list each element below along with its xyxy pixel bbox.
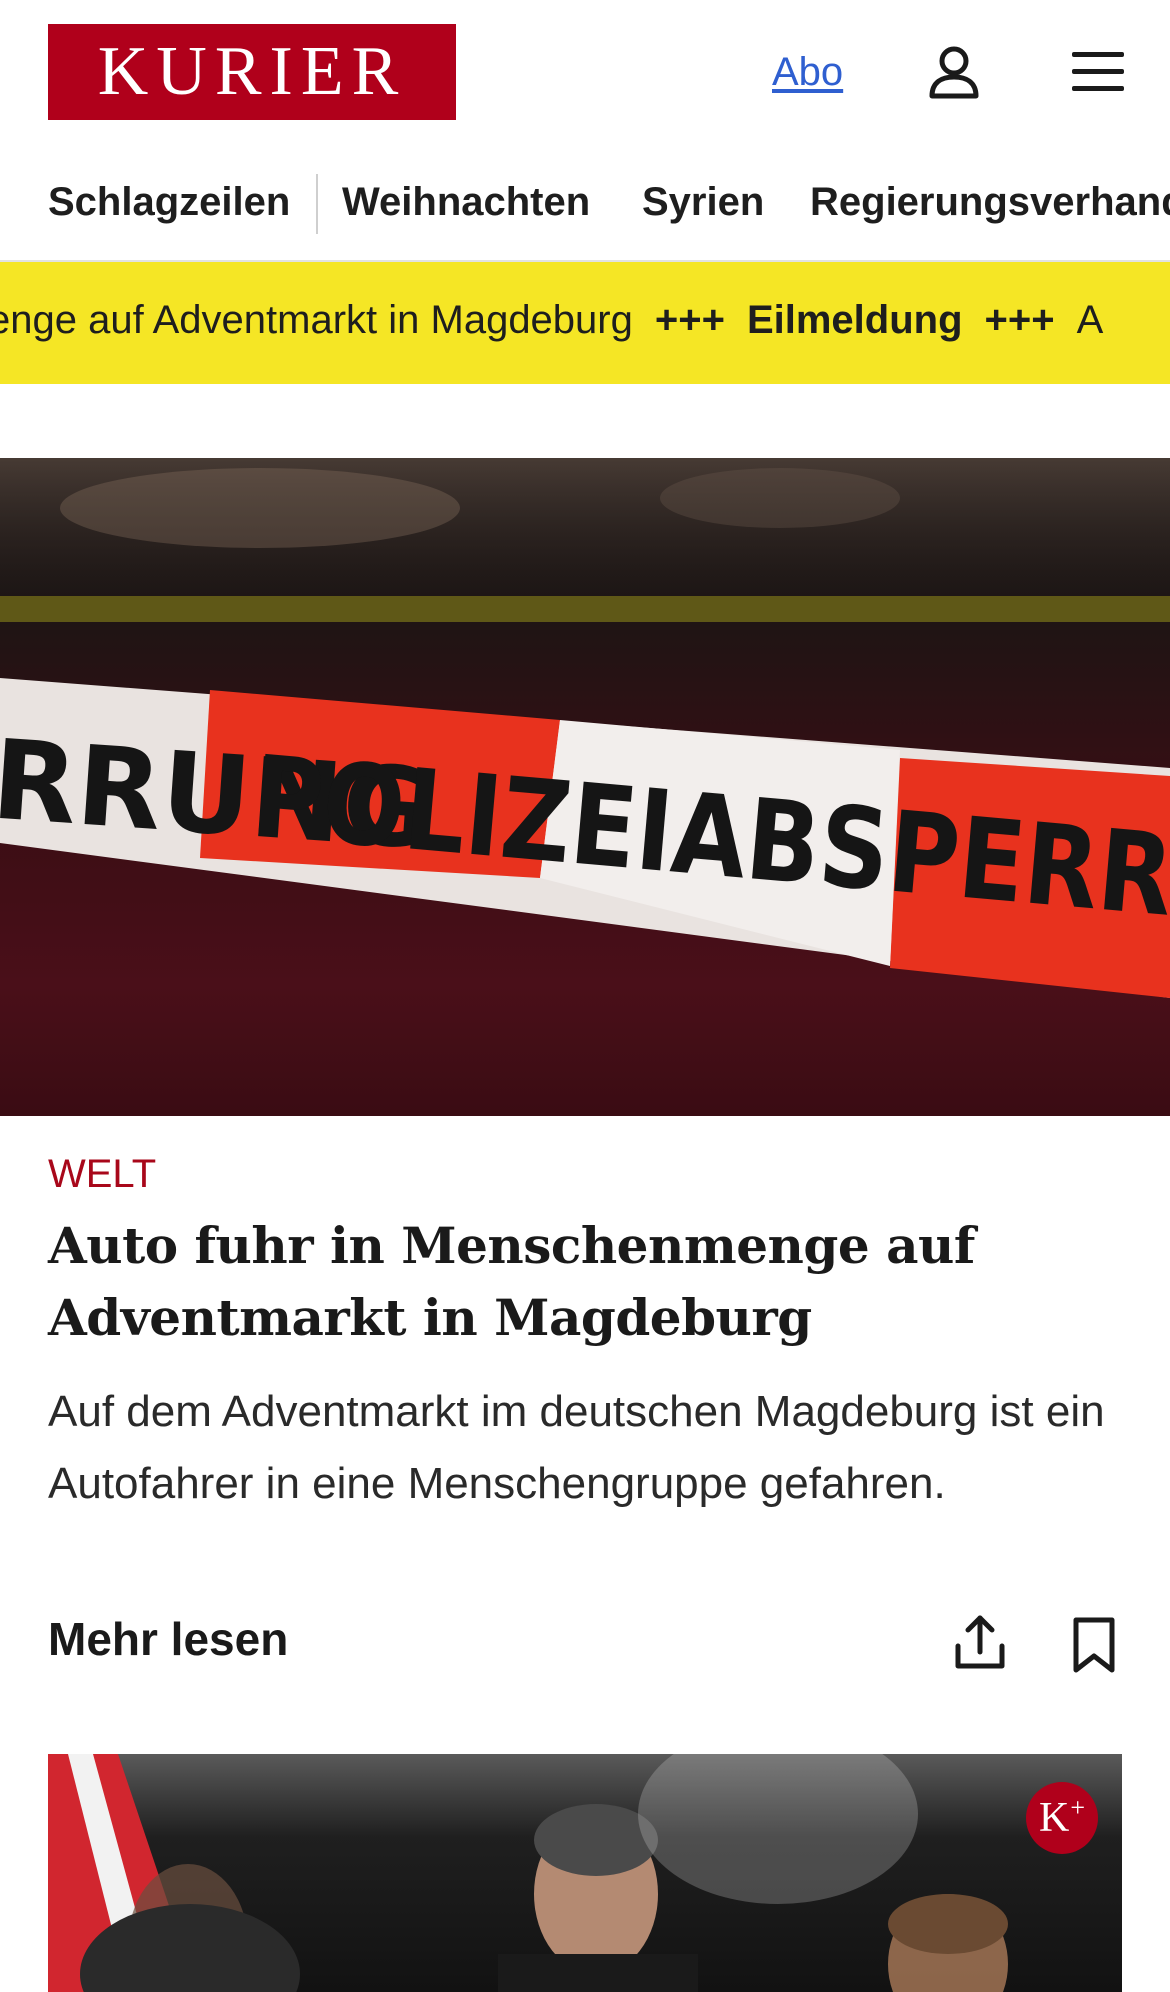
- press-conference-photo: [48, 1754, 1008, 1992]
- nav-divider: [316, 174, 318, 234]
- kurier-plus-badge: K +: [1026, 1782, 1098, 1854]
- nav-item-syrien[interactable]: Syrien: [642, 180, 764, 225]
- hero-image[interactable]: RRUNG POLIZEIABSPERRUNG: [0, 458, 1170, 1116]
- badge-plus: +: [1070, 1793, 1085, 1822]
- ticker-separator: +++: [984, 298, 1055, 342]
- article-headline[interactable]: Auto fuhr in Menschenmenge auf Advent­ma…: [48, 1210, 1128, 1354]
- badge-letter: K: [1038, 1795, 1070, 1841]
- breaking-news-ticker[interactable]: enge auf Adventmarkt in Magdeburg +++ Eilm…: [0, 262, 1170, 384]
- site-header: KURIER Abo: [0, 0, 1170, 148]
- nav-item-weihnachten[interactable]: Weihnachten: [342, 180, 590, 225]
- ticker-text-continued: A: [1076, 298, 1104, 342]
- ticker-text: enge auf Adventmarkt in Magdeburg: [0, 298, 633, 342]
- police-tape-illustration: RRUNG POLIZEIABSPERRUNG: [0, 458, 1170, 998]
- abo-link[interactable]: Abo: [772, 50, 843, 95]
- read-more-link[interactable]: Mehr lesen: [48, 1612, 288, 1666]
- nav-item-regierungsverhandlungen[interactable]: Regierungsverhand: [810, 180, 1170, 225]
- kurier-logo[interactable]: KURIER: [48, 24, 456, 120]
- share-icon[interactable]: [950, 1612, 1010, 1672]
- article-teaser[interactable]: Auf dem Adventmarkt im deutschen Magdebu…: [48, 1376, 1108, 1520]
- hamburger-menu-icon[interactable]: [1070, 44, 1126, 100]
- ticker-label: Eilmeldung: [746, 298, 963, 342]
- nav-item-schlagzeilen[interactable]: Schlagzeilen: [48, 180, 290, 225]
- bookmark-icon[interactable]: [1068, 1616, 1120, 1674]
- ticker-separator: +++: [654, 298, 725, 342]
- article-kicker[interactable]: WELT: [48, 1152, 156, 1197]
- category-nav: Schlagzeilen Weihnachten Syrien Regierun…: [0, 162, 1170, 262]
- article-card-image[interactable]: K +: [48, 1754, 1122, 1992]
- user-icon[interactable]: [924, 42, 984, 102]
